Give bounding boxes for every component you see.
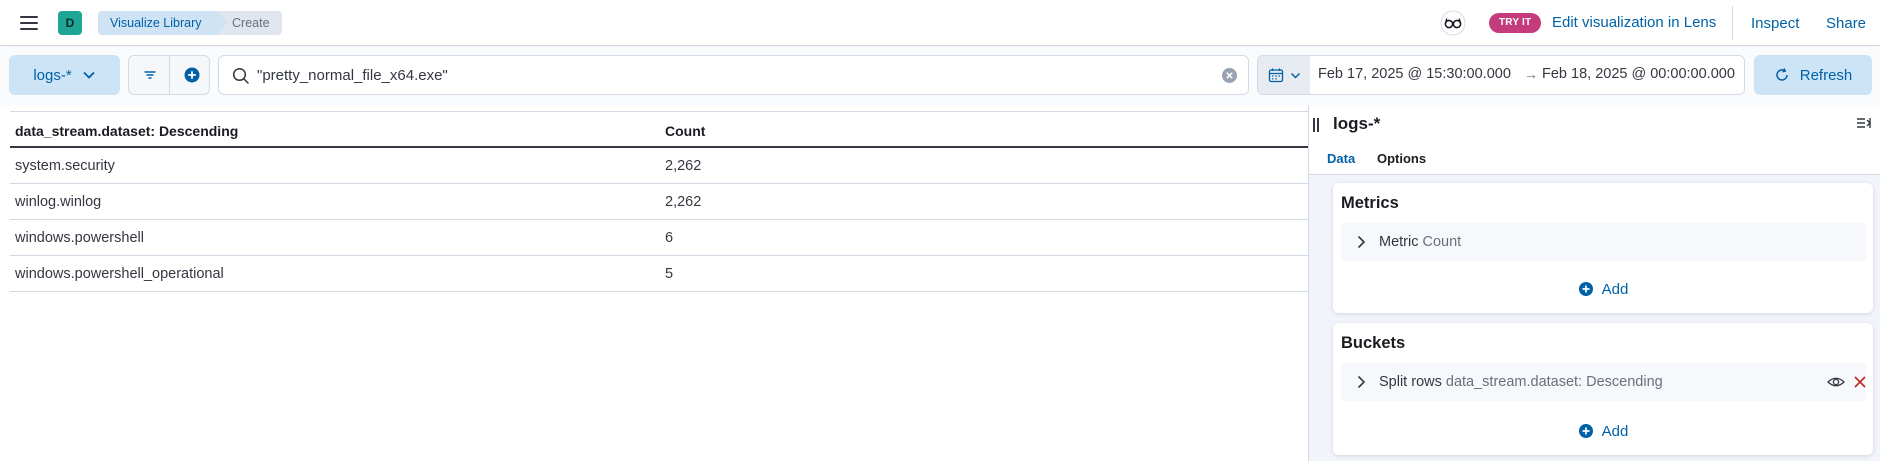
metrics-title: Metrics [1341, 194, 1399, 212]
table-cell: 2,262 [665, 158, 702, 174]
column-header-dataset[interactable]: data_stream.dataset: Descending [15, 123, 238, 139]
query-bar: logs-* Feb 17 [0, 47, 1880, 105]
visualization-table-area: data_stream.dataset: Descending Count sy… [0, 105, 1308, 461]
table-row: winlog.winlog 2,262 [10, 184, 1308, 220]
table-cell: windows.powershell [15, 230, 144, 246]
metric-desc: Count [1422, 234, 1462, 250]
tab-options[interactable]: Options [1377, 151, 1426, 166]
table-cell: 5 [665, 266, 674, 282]
clear-query-icon[interactable] [1221, 67, 1238, 84]
filter-menu-icon[interactable] [141, 66, 159, 84]
date-end[interactable]: Feb 18, 2025 @ 00:00:00.000 [1542, 66, 1735, 82]
search-icon [232, 67, 249, 84]
arrow-right-icon: → [1524, 66, 1538, 82]
try-it-badge: TRY IT [1489, 13, 1542, 33]
table-cell: system.security [15, 158, 115, 174]
metric-count-row[interactable]: Metric Count [1341, 223, 1866, 261]
collapse-sidebar-icon[interactable] [1855, 114, 1873, 132]
date-start[interactable]: Feb 17, 2025 @ 15:30:00.000 [1318, 66, 1511, 82]
table-header: data_stream.dataset: Descending Count [10, 112, 1308, 148]
filter-button-group [128, 55, 210, 95]
data-table: data_stream.dataset: Descending Count sy… [10, 111, 1308, 292]
table-row: system.security 2,262 [10, 148, 1308, 184]
chevron-right-icon[interactable] [1353, 234, 1369, 250]
bucket-split-rows-row[interactable]: Split rows data_stream.dataset: Descendi… [1341, 363, 1866, 401]
inspect-link[interactable]: Inspect [1751, 14, 1799, 34]
metrics-card: Metrics Metric Count Add [1333, 183, 1873, 313]
breadcrumb-visualize-library[interactable]: Visualize Library [98, 11, 227, 35]
editor-sidebar: logs-* Data Options Metrics Metric Count… [1308, 105, 1880, 461]
remove-icon[interactable] [1852, 374, 1868, 390]
add-filter-icon[interactable] [182, 65, 202, 85]
edit-in-lens-link[interactable]: Edit visualization in Lens [1552, 13, 1716, 33]
query-input[interactable] [257, 56, 1197, 94]
table-row: windows.powershell_operational 5 [10, 256, 1308, 292]
add-bucket-label: Add [1601, 422, 1629, 440]
refresh-button[interactable]: Refresh [1754, 55, 1872, 95]
header-divider [1732, 6, 1733, 40]
metric-label: Metric [1379, 234, 1419, 250]
sidebar-title: logs-* [1333, 114, 1381, 133]
column-header-count[interactable]: Count [665, 123, 705, 139]
query-search-box [218, 55, 1249, 95]
hamburger-menu-icon[interactable] [18, 12, 40, 34]
quick-select-button[interactable] [1258, 56, 1310, 94]
refresh-label: Refresh [1799, 66, 1853, 84]
plus-circle-icon [1578, 424, 1593, 438]
add-metric-label: Add [1601, 280, 1629, 298]
space-avatar[interactable]: D [58, 11, 82, 35]
table-cell: winlog.winlog [15, 194, 102, 210]
add-metric-button[interactable]: Add [1333, 278, 1873, 300]
bucket-label: Split rows [1379, 374, 1442, 390]
plus-circle-icon [1578, 282, 1593, 296]
buckets-card: Buckets Split rows data_stream.dataset: … [1333, 323, 1873, 455]
calendar-icon [1268, 68, 1283, 83]
top-header: D Create Visualize Library TRY IT Edit v… [0, 0, 1880, 46]
data-view-label: logs-* [33, 66, 72, 84]
resize-handle-icon[interactable] [1313, 118, 1319, 132]
table-cell: windows.powershell_operational [15, 266, 224, 282]
chevron-right-icon[interactable] [1353, 374, 1369, 390]
chevron-down-icon [83, 71, 95, 79]
table-cell: 6 [665, 230, 674, 246]
data-view-picker[interactable]: logs-* [9, 55, 120, 95]
share-link[interactable]: Share [1826, 14, 1866, 34]
buckets-title: Buckets [1341, 334, 1406, 352]
glasses-icon[interactable] [1440, 10, 1466, 36]
date-range-picker: Feb 17, 2025 @ 15:30:00.000 → Feb 18, 20… [1257, 55, 1745, 95]
table-cell: 2,262 [665, 194, 702, 210]
add-bucket-button[interactable]: Add [1333, 420, 1873, 442]
bucket-desc: data_stream.dataset: Descending [1445, 374, 1663, 390]
chevron-down-icon [1290, 72, 1300, 79]
refresh-icon [1775, 68, 1788, 81]
eye-icon[interactable] [1827, 374, 1845, 390]
table-row: windows.powershell 6 [10, 220, 1308, 256]
